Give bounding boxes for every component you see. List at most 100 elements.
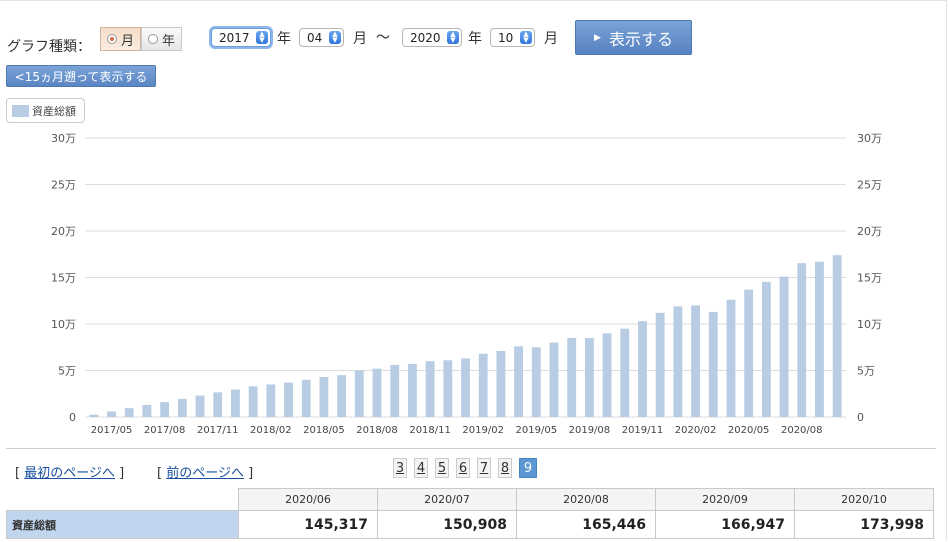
chart-bar xyxy=(231,389,240,417)
x-tick-label: 2017/05 xyxy=(91,425,133,436)
page-number-3[interactable]: 3 xyxy=(393,458,407,478)
start-month-value: 04 xyxy=(307,30,323,45)
graph-type-label: グラフ種類： xyxy=(7,39,91,55)
y-tick-label-right: 10万 xyxy=(857,318,882,331)
chart-bar xyxy=(372,368,382,417)
first-page-link[interactable]: 最初のページへ xyxy=(24,466,115,481)
chart-bar xyxy=(708,311,718,417)
y-tick-label-left: 0 xyxy=(69,411,76,424)
y-tick-label-right: 20万 xyxy=(857,225,882,238)
x-tick-label: 2019/02 xyxy=(462,425,504,436)
asset-table: 2020/06 2020/07 2020/08 2020/09 2020/10 … xyxy=(6,488,934,539)
chart-bar xyxy=(673,306,683,417)
radio-dot-icon xyxy=(107,34,117,44)
play-triangle-icon: ▶ xyxy=(594,32,601,43)
chart-bar xyxy=(124,408,134,417)
table-corner xyxy=(6,488,239,511)
asset-bar-chart: 0 0 5万 5万 10万 10万 15万 15万 20万 20万 25万 25万 30万 30万 2017… xyxy=(51,132,882,436)
page-number-7[interactable]: 7 xyxy=(477,458,491,478)
chart-bar xyxy=(602,333,612,417)
table-col-header: 2020/09 xyxy=(655,488,795,511)
x-tick-label: 2019/08 xyxy=(569,425,611,436)
legend-label: 資産総額 xyxy=(32,104,76,118)
y-tick-label-left: 20万 xyxy=(51,225,76,238)
chart-bar xyxy=(443,360,453,417)
end-year-select[interactable]: 2020 ▲ ▼ xyxy=(402,28,462,47)
chart-bar xyxy=(620,328,630,417)
radio-year[interactable]: 年 xyxy=(141,27,183,51)
chart-bar xyxy=(638,321,647,417)
chart-bar xyxy=(213,392,223,417)
chart-bar xyxy=(478,353,488,417)
chart-bar xyxy=(248,386,258,417)
table-col-header: 2020/10 xyxy=(794,488,934,511)
radio-month-label: 月 xyxy=(121,33,135,49)
chart-bar xyxy=(142,404,152,417)
x-tick-label: 2018/08 xyxy=(356,425,398,436)
select-arrows-icon: ▲ ▼ xyxy=(329,31,341,44)
page-number-6[interactable]: 6 xyxy=(456,458,470,478)
chart-bar xyxy=(195,395,205,417)
range-separator: 〜 xyxy=(376,30,390,46)
page-number-9[interactable]: 9 xyxy=(519,458,537,478)
page-number-list: 3456789 xyxy=(393,458,544,478)
show-button-label: 表示する xyxy=(608,29,673,49)
end-month-unit: 月 xyxy=(544,31,558,47)
x-tick-label: 2020/05 xyxy=(728,425,770,436)
prev-page-nav: [ 前のページへ ] xyxy=(157,466,254,481)
chart-bar xyxy=(549,342,559,417)
page-number-8[interactable]: 8 xyxy=(498,458,512,478)
chart-bar xyxy=(425,361,435,417)
radio-month[interactable]: 月 xyxy=(100,27,142,51)
chart-bar xyxy=(761,281,771,417)
chart-bar xyxy=(337,375,347,417)
legend-swatch xyxy=(12,104,29,117)
end-year-value: 2020 xyxy=(410,30,441,45)
chart-bar xyxy=(584,337,594,417)
start-month-unit: 月 xyxy=(353,31,367,47)
y-tick-label-right: 5万 xyxy=(857,365,875,378)
chart-bar xyxy=(177,398,187,417)
table-col-header: 2020/07 xyxy=(377,488,517,511)
start-month-select[interactable]: 04 ▲ ▼ xyxy=(299,28,344,47)
back-15-months-button[interactable]: <15ヵ月遡って表示する xyxy=(6,65,156,87)
chart-bar xyxy=(797,263,807,417)
x-tick-label: 2018/05 xyxy=(303,425,345,436)
table-cell: 165,446 xyxy=(516,510,656,539)
y-tick-label-right: 25万 xyxy=(857,179,882,192)
y-tick-label-left: 15万 xyxy=(51,272,76,285)
chart-bar xyxy=(744,289,754,417)
chart-bar xyxy=(266,384,276,417)
select-arrows-icon: ▲ ▼ xyxy=(256,31,268,44)
end-month-value: 10 xyxy=(498,30,514,45)
end-month-select[interactable]: 10 ▲ ▼ xyxy=(490,28,535,47)
show-button[interactable]: ▶ 表示する xyxy=(575,20,692,55)
x-tick-label: 2019/05 xyxy=(516,425,558,436)
y-tick-label-left: 30万 xyxy=(51,132,76,145)
prev-page-link[interactable]: 前のページへ xyxy=(166,466,244,481)
chart-bar xyxy=(691,305,700,417)
start-year-unit: 年 xyxy=(277,31,291,47)
end-year-unit: 年 xyxy=(468,31,482,47)
back-button-label: <15ヵ月遡って表示する xyxy=(14,69,148,84)
chart-bar xyxy=(89,414,99,417)
start-year-value: 2017 xyxy=(219,30,250,45)
table-cell: 145,317 xyxy=(238,510,378,539)
y-tick-label-left: 5万 xyxy=(58,365,76,378)
chart-divider xyxy=(6,448,936,449)
chart-bar xyxy=(832,255,842,417)
page-number-5[interactable]: 5 xyxy=(435,458,449,478)
chart-legend[interactable]: 資産総額 xyxy=(6,98,85,123)
chart-bar xyxy=(655,312,665,417)
radio-year-label: 年 xyxy=(162,33,176,49)
table-cell: 150,908 xyxy=(377,510,517,539)
chart-bar xyxy=(567,337,577,417)
chart-bar xyxy=(160,402,170,417)
page-number-4[interactable]: 4 xyxy=(414,458,428,478)
radio-dot-icon xyxy=(148,34,159,44)
y-tick-label-right: 0 xyxy=(857,411,864,424)
chart-bar xyxy=(107,411,116,417)
table-row-label: 資産総額 xyxy=(6,510,239,539)
chart-bar xyxy=(319,377,329,417)
start-year-select[interactable]: 2017 ▲ ▼ xyxy=(211,28,271,47)
